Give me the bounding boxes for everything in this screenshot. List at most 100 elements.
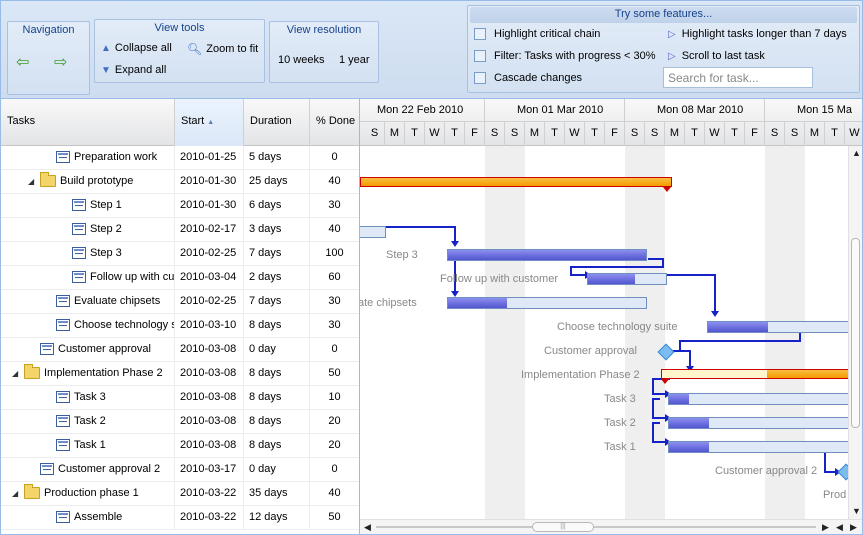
cell-duration[interactable]: 35 days [244, 482, 310, 506]
cell-done[interactable]: 40 [310, 170, 359, 194]
cell-duration[interactable]: 12 days [244, 506, 310, 530]
filter-progress-button[interactable]: Filter: Tasks with progress < 30% [474, 50, 656, 62]
cell-done[interactable]: 30 [310, 314, 359, 338]
cell-start[interactable]: 2010-03-22 [175, 482, 244, 506]
ten-weeks-button[interactable]: 10 weeks [278, 54, 324, 66]
cell-task[interactable]: Customer approval 2 [1, 458, 175, 482]
table-row[interactable]: Preparation work 2010-01-25 5 days 0 [1, 146, 359, 170]
task-bar-step3[interactable] [447, 249, 647, 261]
cell-duration[interactable]: 0 day [244, 458, 310, 482]
cell-start[interactable]: 2010-03-17 [175, 458, 244, 482]
cell-task[interactable]: ◢ Production phase 1 [1, 482, 175, 506]
cell-done[interactable]: 0 [310, 146, 359, 170]
table-row[interactable]: ◢ Implementation Phase 2 2010-03-08 8 days 5… [1, 362, 359, 386]
zoom-to-fit-button[interactable]: 🔍︎ Zoom to fit [187, 42, 258, 56]
cell-duration[interactable]: 2 days [244, 266, 310, 290]
cell-task[interactable]: Assemble [1, 506, 175, 530]
table-row[interactable]: Evaluate chipsets 2010-02-25 7 days 30 [1, 290, 359, 314]
cell-start[interactable]: 2010-01-25 [175, 146, 244, 170]
cell-duration[interactable]: 8 days [244, 362, 310, 386]
cell-start[interactable]: 2010-02-17 [175, 218, 244, 242]
cell-task[interactable]: Evaluate chipsets [1, 290, 175, 314]
collapse-all-button[interactable]: ▲ Collapse all [101, 42, 172, 54]
cell-done[interactable]: 30 [310, 290, 359, 314]
header-task[interactable]: Tasks [1, 99, 175, 146]
scroll-left-icon[interactable]: ◀ [836, 522, 843, 533]
cell-duration[interactable]: 7 days [244, 242, 310, 266]
table-row[interactable]: Step 1 2010-01-30 6 days 30 [1, 194, 359, 218]
back-button[interactable]: ⇦ [16, 52, 29, 72]
cell-start[interactable]: 2010-01-30 [175, 194, 244, 218]
cell-task[interactable]: Follow up with custo [1, 266, 175, 290]
table-row[interactable]: ◢ Production phase 1 2010-03-22 35 days 40 [1, 482, 359, 506]
cell-done[interactable]: 0 [310, 458, 359, 482]
cell-duration[interactable]: 8 days [244, 386, 310, 410]
header-start[interactable]: Start ▲ [175, 99, 244, 146]
table-row[interactable]: Step 3 2010-02-25 7 days 100 [1, 242, 359, 266]
cell-done[interactable]: 60 [310, 266, 359, 290]
table-row[interactable]: ◢ Build prototype 2010-01-30 25 days 40 [1, 170, 359, 194]
one-year-button[interactable]: 1 year [339, 54, 370, 66]
cell-duration[interactable]: 8 days [244, 410, 310, 434]
scroll-left-icon[interactable]: ◀ [364, 522, 371, 533]
cell-start[interactable]: 2010-03-04 [175, 266, 244, 290]
task-bar-step2[interactable] [360, 226, 386, 238]
scroll-right-icon[interactable]: ▶ [822, 522, 829, 533]
cell-start[interactable]: 2010-02-25 [175, 242, 244, 266]
cell-start[interactable]: 2010-03-08 [175, 410, 244, 434]
cell-duration[interactable]: 5 days [244, 146, 310, 170]
expand-all-button[interactable]: ▼ Expand all [101, 64, 166, 76]
cell-start[interactable]: 2010-03-10 [175, 314, 244, 338]
cell-done[interactable]: 100 [310, 242, 359, 266]
cell-start[interactable]: 2010-03-08 [175, 434, 244, 458]
search-input[interactable]: Search for task... [663, 67, 813, 88]
table-row[interactable]: Step 2 2010-02-17 3 days 40 [1, 218, 359, 242]
task-bar-choose[interactable] [707, 321, 862, 333]
cell-start[interactable]: 2010-03-08 [175, 338, 244, 362]
cell-task[interactable]: ◢ Build prototype [1, 170, 175, 194]
cell-duration[interactable]: 7 days [244, 290, 310, 314]
cell-duration[interactable]: 0 day [244, 338, 310, 362]
table-row[interactable]: Task 3 2010-03-08 8 days 10 [1, 386, 359, 410]
table-row[interactable]: Task 1 2010-03-08 8 days 20 [1, 434, 359, 458]
cell-task[interactable]: Task 2 [1, 410, 175, 434]
cell-duration[interactable]: 8 days [244, 314, 310, 338]
task-bar-task2[interactable] [668, 417, 862, 429]
scroll-right-icon[interactable]: ▶ [850, 522, 857, 533]
table-row[interactable]: Choose technology suit2010-03-108 days30 [1, 314, 359, 338]
cell-duration[interactable]: 25 days [244, 170, 310, 194]
forward-button[interactable]: ⇨ [54, 52, 67, 72]
task-bar-follow-up[interactable] [587, 273, 667, 285]
highlight-critical-button[interactable]: Highlight critical chain [474, 28, 600, 40]
cascade-changes-button[interactable]: Cascade changes [474, 72, 582, 84]
cell-duration[interactable]: 6 days [244, 194, 310, 218]
cell-task[interactable]: Preparation work [1, 146, 175, 170]
vertical-scrollbar[interactable]: ▲ ▼ [848, 146, 862, 520]
cell-start[interactable]: 2010-03-08 [175, 362, 244, 386]
cell-task[interactable]: Step 2 [1, 218, 175, 242]
cell-done[interactable]: 20 [310, 410, 359, 434]
cell-duration[interactable]: 8 days [244, 434, 310, 458]
task-bar-task3[interactable] [668, 393, 862, 405]
table-row[interactable]: Customer approval 2 2010-03-17 0 day 0 [1, 458, 359, 482]
cell-task[interactable]: Task 1 [1, 434, 175, 458]
cell-task[interactable]: ◢ Implementation Phase 2 [1, 362, 175, 386]
cell-done[interactable]: 50 [310, 362, 359, 386]
task-bar-impl-phase[interactable] [661, 369, 862, 379]
scroll-last-button[interactable]: ▷ Scroll to last task [668, 50, 765, 62]
horizontal-scroll-thumb[interactable]: ||| [532, 522, 594, 532]
vertical-scroll-thumb[interactable] [851, 238, 860, 428]
cell-done[interactable]: 20 [310, 434, 359, 458]
table-row[interactable]: Customer approval 2010-03-08 0 day 0 [1, 338, 359, 362]
table-row[interactable]: Task 2 2010-03-08 8 days 20 [1, 410, 359, 434]
task-bar-build-prototype[interactable] [360, 177, 672, 187]
cell-start[interactable]: 2010-01-30 [175, 170, 244, 194]
cell-task[interactable]: Task 3 [1, 386, 175, 410]
highlight-long-button[interactable]: ▷ Highlight tasks longer than 7 days [668, 28, 847, 40]
cell-done[interactable]: 40 [310, 218, 359, 242]
cell-task[interactable]: Step 1 [1, 194, 175, 218]
expand-toggle-icon[interactable]: ◢ [28, 177, 36, 186]
table-row[interactable]: Follow up with custo2010-03-042 days60 [1, 266, 359, 290]
header-done[interactable]: % Done [310, 99, 359, 146]
cell-done[interactable]: 0 [310, 338, 359, 362]
